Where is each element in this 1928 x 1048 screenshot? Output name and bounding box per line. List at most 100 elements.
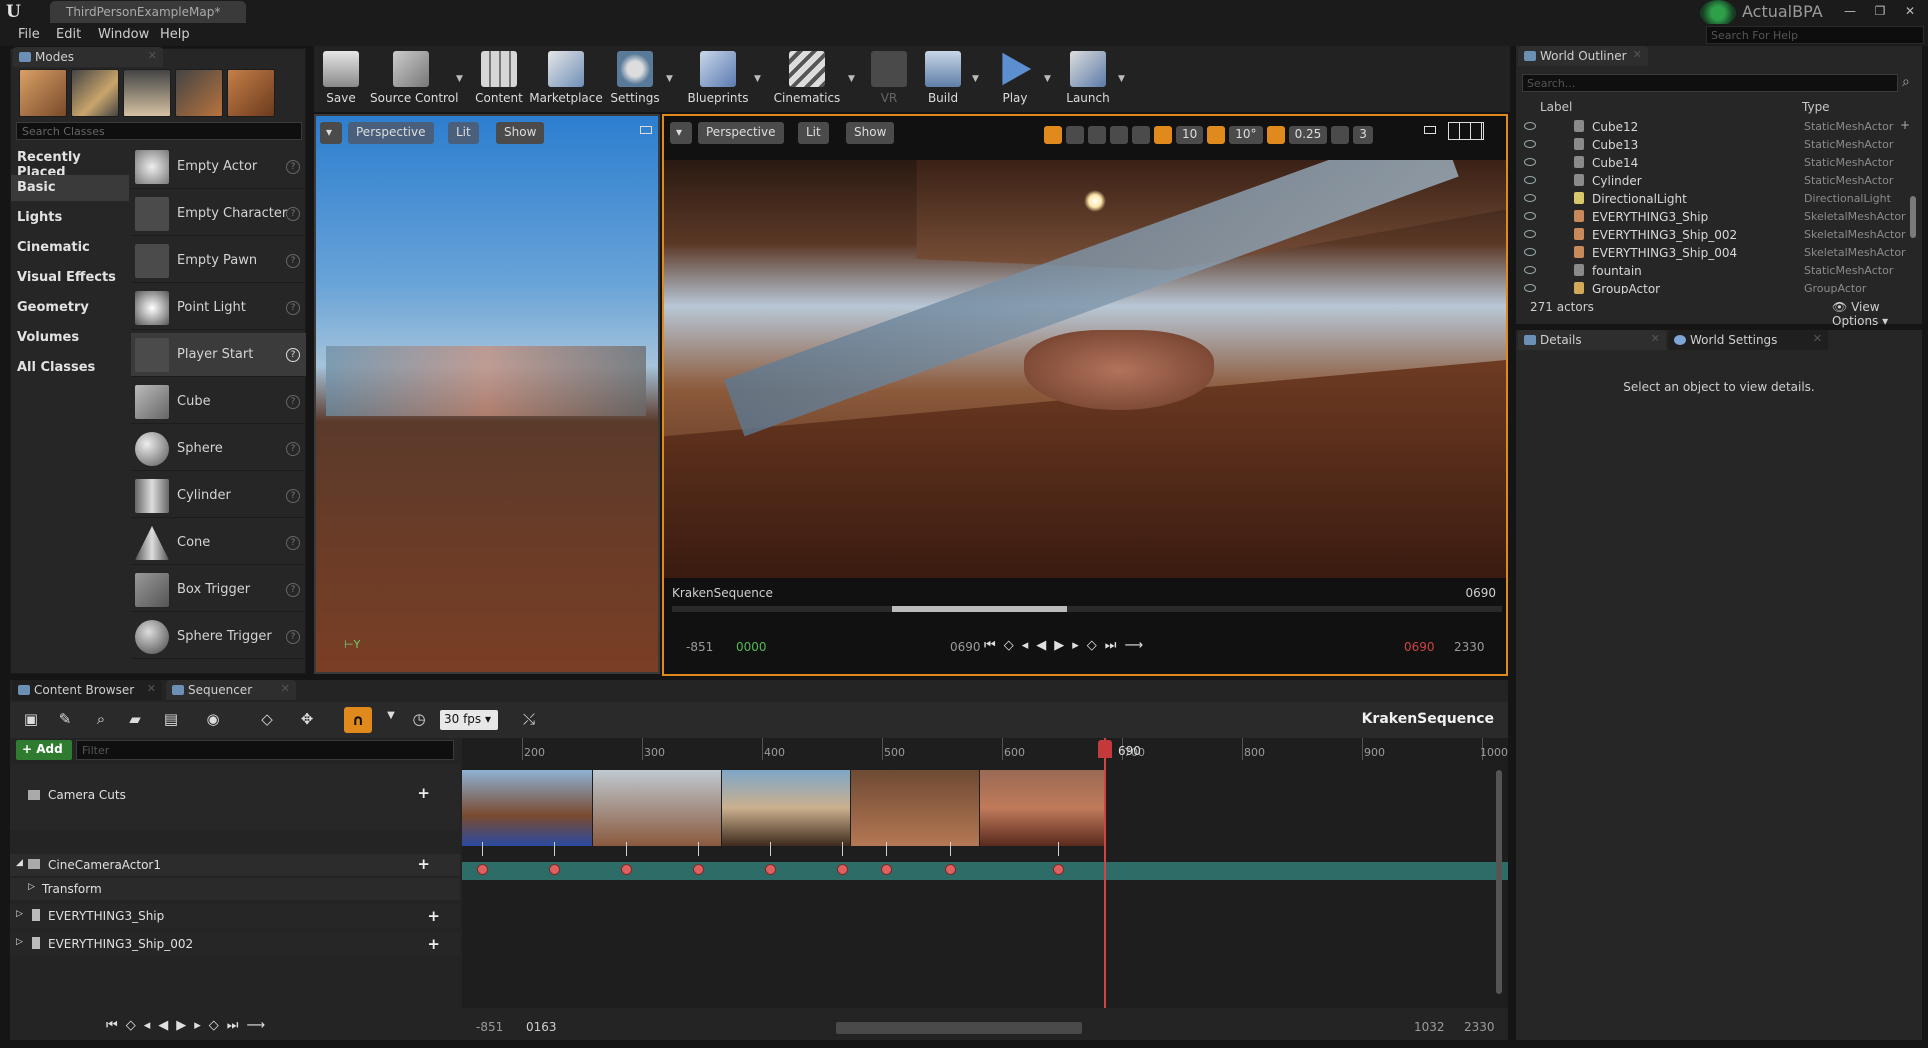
perspective-button[interactable]: Perspective xyxy=(348,122,434,144)
camera-cut-thumbnail[interactable] xyxy=(980,770,1104,846)
maximize-viewport-icon[interactable] xyxy=(640,126,652,134)
magnet-icon[interactable]: ∩ xyxy=(344,707,372,733)
foliage-mode-button[interactable] xyxy=(175,69,223,117)
help-icon[interactable]: ? xyxy=(286,395,300,409)
help-icon[interactable]: ? xyxy=(286,583,300,597)
viewport-menu-button[interactable]: ▾ xyxy=(670,122,692,144)
save-button[interactable]: Save xyxy=(316,48,366,110)
visibility-eye-icon[interactable] xyxy=(1524,158,1536,166)
outliner-row[interactable]: Cube14 StaticMeshActor xyxy=(1522,154,1914,172)
keyframe[interactable] xyxy=(549,864,560,875)
render-movie-icon[interactable]: ▤ xyxy=(160,710,182,730)
blueprints-dropdown[interactable]: ▼ xyxy=(754,74,761,84)
tab-world-settings[interactable]: World Settings ✕ xyxy=(1668,330,1828,350)
maximize-button[interactable]: ❐ xyxy=(1866,2,1894,20)
geometry-mode-button[interactable] xyxy=(227,69,275,117)
search-classes-input[interactable]: Search Classes xyxy=(16,122,302,140)
camera-cut-thumbnail[interactable] xyxy=(462,770,592,846)
content-button[interactable]: Content xyxy=(474,48,524,110)
close-icon[interactable]: ✕ xyxy=(148,49,157,62)
tab-modes[interactable]: Modes ✕ xyxy=(13,47,163,67)
layout-icon[interactable] xyxy=(1448,122,1484,140)
help-icon[interactable]: ? xyxy=(286,207,300,221)
category-geometry[interactable]: Geometry xyxy=(11,295,129,321)
camera-cut-thumbnail[interactable] xyxy=(722,770,850,846)
close-icon[interactable]: ✕ xyxy=(1633,48,1642,61)
blueprints-button[interactable]: Blueprints xyxy=(684,48,752,110)
help-icon[interactable]: ? xyxy=(286,160,300,174)
show-button[interactable]: Show xyxy=(496,122,545,144)
help-icon[interactable]: ? xyxy=(286,442,300,456)
step-back-icon[interactable]: ◂ xyxy=(144,1018,151,1033)
auto-key-icon[interactable]: ✥ xyxy=(296,710,318,730)
close-icon[interactable]: ✕ xyxy=(147,682,156,695)
transform-icon[interactable] xyxy=(1044,126,1062,144)
keyframe[interactable] xyxy=(693,864,704,875)
reverse-icon[interactable]: ◀ xyxy=(1036,638,1046,653)
build-dropdown[interactable]: ▼ xyxy=(972,74,979,84)
category-all-classes[interactable]: All Classes xyxy=(11,355,129,381)
view-options-button[interactable]: 👁 View Options ▾ xyxy=(1832,300,1922,328)
class-item[interactable]: Point Light? xyxy=(131,286,306,330)
keyframe[interactable] xyxy=(765,864,776,875)
help-icon[interactable]: ? xyxy=(286,536,300,550)
curve-editor-icon[interactable]: ⤯ xyxy=(518,710,540,730)
prev-key-icon[interactable]: ◇ xyxy=(126,1018,136,1033)
camera-icon[interactable]: ▰ xyxy=(124,710,146,730)
rotation-size[interactable]: 10° xyxy=(1229,126,1263,144)
outliner-search-input[interactable]: Search... xyxy=(1522,74,1898,92)
step-back-icon[interactable]: ◂ xyxy=(1022,638,1029,653)
tab-sequencer[interactable]: Sequencer ✕ xyxy=(166,680,296,700)
visibility-eye-icon[interactable] xyxy=(1524,248,1536,256)
snap-dropdown[interactable]: ▼ xyxy=(380,710,402,730)
settings-dropdown[interactable]: ▼ xyxy=(666,74,673,84)
keyframe[interactable] xyxy=(477,864,488,875)
collapse-icon[interactable]: ◢ xyxy=(16,858,23,868)
help-icon[interactable]: ? xyxy=(286,301,300,315)
prev-key-icon[interactable]: ◇ xyxy=(1004,638,1014,653)
help-search-input[interactable]: Search For Help xyxy=(1706,26,1924,44)
tab-content-browser[interactable]: Content Browser ✕ xyxy=(12,680,162,700)
rotation-snap-icon[interactable] xyxy=(1207,126,1226,144)
timeline-hscrollbar[interactable] xyxy=(836,1022,1082,1034)
visibility-eye-icon[interactable] xyxy=(1524,230,1536,238)
play-icon[interactable]: ▶ xyxy=(1054,638,1064,653)
camera-cut-thumbnail[interactable] xyxy=(593,770,721,846)
loop-icon[interactable]: ⟶ xyxy=(246,1018,265,1033)
outliner-scrollbar[interactable] xyxy=(1910,196,1916,238)
class-item[interactable]: Player Start? xyxy=(131,333,306,377)
class-item[interactable]: Box Trigger? xyxy=(131,568,306,612)
category-cinematic[interactable]: Cinematic xyxy=(11,235,129,261)
tab-world-outliner[interactable]: World Outliner ✕ xyxy=(1518,46,1648,66)
reverse-icon[interactable]: ◀ xyxy=(158,1018,168,1033)
add-icon[interactable]: + xyxy=(417,855,430,873)
map-tab[interactable]: ThirdPersonExampleMap* xyxy=(50,1,246,23)
outliner-row[interactable]: Cube12 StaticMeshActor xyxy=(1522,118,1914,136)
expand-icon[interactable]: ▷ xyxy=(16,937,23,947)
source-control-button[interactable]: Source Control xyxy=(370,48,458,110)
outliner-row[interactable]: DirectionalLight DirectionalLight xyxy=(1522,190,1914,208)
show-button[interactable]: Show xyxy=(846,122,895,144)
step-forward-icon[interactable]: ▸ xyxy=(194,1018,201,1033)
playhead-handle[interactable] xyxy=(1098,740,1112,758)
clock-icon[interactable]: ◷ xyxy=(408,710,430,730)
category-visual-effects[interactable]: Visual Effects xyxy=(11,265,129,291)
play-icon[interactable]: ▶ xyxy=(176,1018,186,1033)
lit-button[interactable]: Lit xyxy=(798,122,829,144)
paint-mode-button[interactable] xyxy=(71,69,119,117)
outliner-row[interactable]: fountain StaticMeshActor xyxy=(1522,262,1914,280)
play-dropdown[interactable]: ▼ xyxy=(1044,74,1051,84)
visibility-eye-icon[interactable] xyxy=(1524,176,1536,184)
add-icon[interactable]: + xyxy=(427,935,440,953)
launch-dropdown[interactable]: ▼ xyxy=(1118,74,1125,84)
launch-button[interactable]: Launch xyxy=(1062,48,1114,110)
next-key-icon[interactable]: ◇ xyxy=(209,1018,219,1033)
visibility-eye-icon[interactable] xyxy=(1524,140,1536,148)
go-end-icon[interactable]: ⏭ xyxy=(227,1018,239,1033)
left-viewport[interactable]: ▾ Perspective Lit Show ⊢Y xyxy=(314,114,660,674)
class-item[interactable]: Empty Character? xyxy=(131,192,306,236)
class-item[interactable]: Sphere Trigger? xyxy=(131,615,306,659)
close-icon[interactable]: ✕ xyxy=(1813,332,1822,345)
minimize-button[interactable]: — xyxy=(1836,2,1864,20)
help-icon[interactable]: ? xyxy=(286,254,300,268)
